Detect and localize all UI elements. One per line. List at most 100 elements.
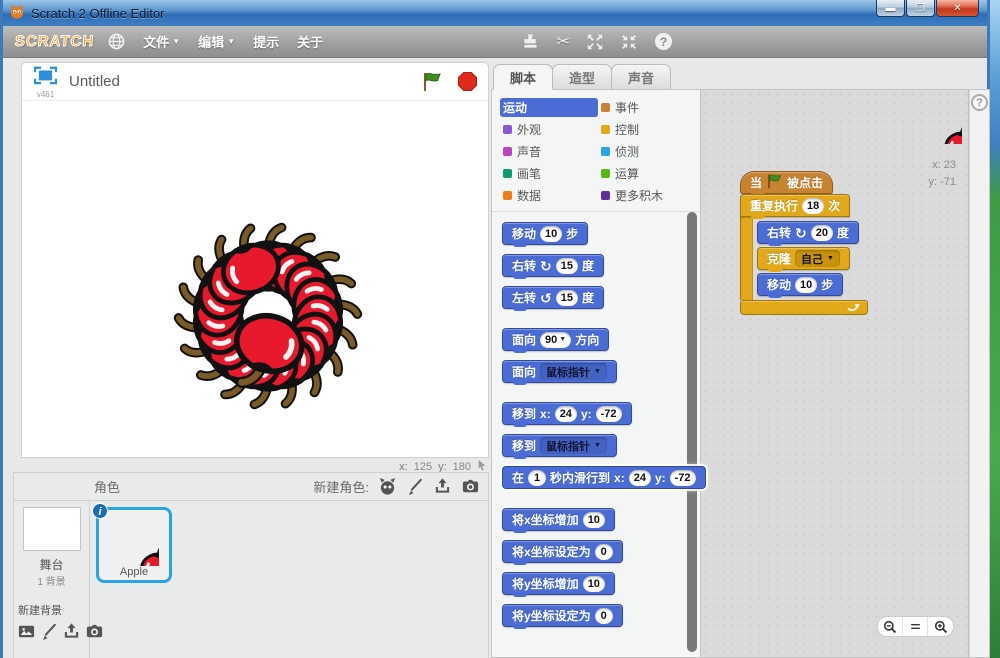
category-数据[interactable]: 数据 [500, 186, 598, 205]
apple-sprite-image [109, 516, 159, 566]
category-声音[interactable]: 声音 [500, 142, 598, 161]
upload-icon[interactable] [62, 622, 81, 641]
block-label: 将y坐标增加 [512, 577, 579, 591]
tab-脚本[interactable]: 脚本 [493, 64, 554, 90]
tab-造型[interactable]: 造型 [552, 64, 613, 90]
block-面向方向[interactable]: 面向 90 ▼ 方向 [502, 328, 610, 353]
maximize-button[interactable]: ❐ [906, 0, 935, 17]
paintbrush-icon[interactable] [40, 622, 58, 641]
category-外观[interactable]: 外观 [500, 120, 598, 139]
turn-ccw-icon[interactable]: ↺ [540, 291, 552, 305]
block-左转度[interactable]: 左转 ↺ 15 度 [502, 286, 605, 311]
picture-icon[interactable] [17, 622, 36, 641]
tab-声音[interactable]: 声音 [611, 64, 672, 90]
presentation-mode-button[interactable]: v461 [32, 65, 59, 99]
camera-icon[interactable] [461, 477, 480, 496]
number-input[interactable]: 24 [554, 405, 577, 422]
menu-提示[interactable]: 提示 [249, 30, 283, 53]
sprite-info-icon[interactable]: i [92, 503, 108, 524]
category-画笔[interactable]: 画笔 [500, 164, 598, 183]
stage-thumbnail[interactable] [22, 507, 81, 551]
block-面向[interactable]: 面向 鼠标指针 ▼ [502, 360, 617, 385]
zoom-reset-icon[interactable] [903, 617, 928, 636]
scissors-icon[interactable]: ✂ [556, 32, 570, 52]
minimize-button[interactable]: ▬ [876, 0, 905, 17]
zoom-in-icon[interactable] [928, 617, 953, 636]
apple-clone-spiral[interactable] [162, 216, 374, 428]
category-运算[interactable]: 运算 [598, 164, 696, 183]
block-将y坐标设定为[interactable]: 将y坐标设定为 0 [502, 604, 623, 629]
block-移到x:y:[interactable]: 移到 x: 24 y: -72 [502, 402, 632, 427]
number-input[interactable]: 10 [582, 575, 605, 592]
stop-button[interactable] [457, 71, 478, 92]
number-input[interactable]: 15 [555, 257, 578, 274]
hat-block-当被点击[interactable]: 当 被点击 [740, 171, 834, 196]
repeat-c-block[interactable]: 重复执行 18 次右转 ↻ 20 度克隆 自己 ▼ 移动 10 步 [740, 194, 868, 315]
block-右转度[interactable]: 右转 ↻ 20 度 [757, 221, 860, 246]
number-input[interactable]: 1 [528, 469, 547, 486]
category-事件[interactable]: 事件 [598, 98, 696, 117]
turn-cw-icon[interactable]: ↻ [540, 259, 552, 273]
number-input[interactable]: -72 [669, 469, 696, 486]
grow-icon[interactable] [586, 33, 604, 51]
dropdown-鼠标指针[interactable]: 鼠标指针 ▼ [540, 437, 607, 454]
sprite-thumbnail-apple[interactable]: i Apple [92, 503, 172, 583]
number-input[interactable]: 10 [540, 225, 563, 242]
category-侦测[interactable]: 侦测 [598, 142, 696, 161]
mouse-x: 125 [413, 460, 433, 473]
menu-文件[interactable]: 文件 ▼ [139, 30, 184, 53]
stage-canvas[interactable] [22, 101, 488, 457]
number-input[interactable]: 20 [810, 224, 833, 241]
number-input[interactable]: 15 [555, 289, 578, 306]
number-dropdown[interactable]: 90 ▼ [540, 331, 572, 348]
green-flag-icon[interactable] [766, 173, 783, 193]
block-克隆[interactable]: 克隆 自己 ▼ [757, 247, 850, 272]
block-移动步[interactable]: 移动 10 步 [757, 273, 844, 298]
dropdown-自己[interactable]: 自己 ▼ [795, 250, 840, 267]
block-重复执行次[interactable]: 重复执行 18 次 [740, 194, 851, 219]
block-移动步[interactable]: 移动 10 步 [502, 222, 589, 247]
language-globe-icon[interactable] [108, 33, 125, 50]
block-将x坐标增加[interactable]: 将x坐标增加 10 [502, 508, 615, 533]
block-label: x: [540, 406, 551, 421]
script-area[interactable]: x: 23 y: -71 当被点击 重复执行 18 次右转 ↻ 20 度克隆 自己 ▼ 移动 10 步 [701, 89, 969, 658]
block-label: 度 [582, 259, 595, 273]
project-title: Untitled [69, 73, 120, 90]
block-将y坐标增加[interactable]: 将y坐标增加 10 [502, 572, 615, 597]
menu-编辑[interactable]: 编辑 ▼ [194, 30, 239, 53]
new-sprite-library-icon[interactable] [378, 477, 397, 496]
block-将x坐标设定为[interactable]: 将x坐标设定为 0 [502, 540, 623, 565]
stamp-icon[interactable] [521, 32, 540, 51]
close-button[interactable]: ✕ [936, 0, 979, 17]
shrink-icon[interactable] [620, 33, 638, 51]
scratch-cat-icon [9, 3, 25, 24]
number-input[interactable]: 10 [582, 511, 605, 528]
category-运动[interactable]: 运动 [500, 98, 598, 117]
block-label: 度 [837, 226, 850, 240]
number-input[interactable]: -72 [595, 405, 622, 422]
block-在秒内滑行到x:y:[interactable]: 在 1 秒内滑行到 x: 24 y: -72 [502, 466, 706, 489]
number-input[interactable]: 0 [594, 607, 613, 624]
category-更多积木[interactable]: 更多积木 [598, 186, 696, 205]
block-label: 移到 [512, 439, 537, 453]
upload-icon[interactable] [433, 477, 452, 496]
block-label: 步 [821, 278, 834, 292]
help-icon[interactable]: ? [654, 32, 673, 51]
paintbrush-icon[interactable] [406, 477, 424, 496]
zoom-out-icon[interactable] [878, 617, 903, 636]
script-stack[interactable]: 当被点击 重复执行 18 次右转 ↻ 20 度克隆 自己 ▼ 移动 10 步 [740, 171, 868, 315]
number-input[interactable]: 0 [594, 543, 613, 560]
version-label: v461 [36, 89, 55, 99]
block-右转度[interactable]: 右转 ↻ 15 度 [502, 254, 605, 279]
number-input[interactable]: 24 [628, 469, 651, 486]
block-label: 被点击 [787, 176, 824, 190]
category-控制[interactable]: 控制 [598, 120, 696, 139]
help-question-button[interactable]: ? [971, 94, 988, 111]
number-input[interactable]: 10 [795, 276, 818, 293]
dropdown-鼠标指针[interactable]: 鼠标指针 ▼ [540, 363, 607, 380]
green-flag-button[interactable] [421, 71, 443, 93]
number-input[interactable]: 18 [802, 197, 825, 214]
menu-关于[interactable]: 关于 [293, 30, 327, 53]
block-移到[interactable]: 移到 鼠标指针 ▼ [502, 434, 617, 459]
turn-cw-icon[interactable]: ↻ [795, 226, 807, 240]
